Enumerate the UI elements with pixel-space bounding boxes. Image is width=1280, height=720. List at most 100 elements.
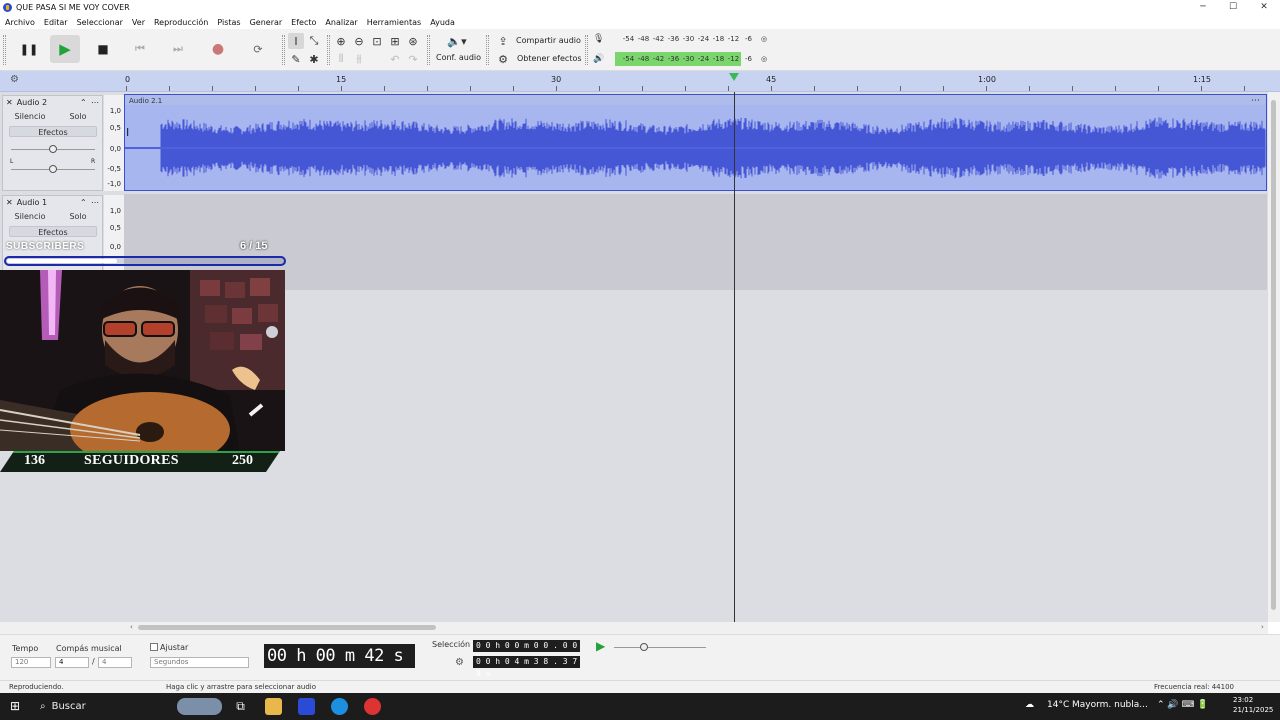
track-menu-icon[interactable]: ⋯ [91,198,99,207]
loop-button[interactable]: ⟳ [243,35,273,63]
audacity-taskbar-icon[interactable] [298,698,315,715]
menu-analizar[interactable]: Analizar [325,18,357,27]
menu-efecto[interactable]: Efecto [291,18,316,27]
selection-end-display[interactable]: 0 0 h 0 4 m 3 8 . 3 7 9 s [473,656,580,678]
weather-icon[interactable]: ☁ [1025,700,1034,710]
draw-tool-icon[interactable]: ✎ [288,51,304,67]
windows-start-icon[interactable]: ⊞ [10,699,20,713]
zoom-toggle-icon[interactable]: ⊛ [405,33,421,49]
menu-reproduccion[interactable]: Reproducción [154,18,208,27]
solo-button[interactable]: Solo [59,211,97,222]
play-speed-slider[interactable] [614,647,706,648]
temperature[interactable]: 14°C [1047,700,1069,710]
time-signature-denominator[interactable]: 4 [98,657,132,668]
share-audio-icon[interactable]: ⇪ [495,33,511,49]
track-2-vertical-scale[interactable]: 1,0 0,5 0,0 -0,5 -1,0 [104,95,124,191]
track-name[interactable]: Audio 1 [17,198,47,207]
meter-settings-icon[interactable]: ◎ [761,35,767,43]
horizontal-scroll-thumb[interactable] [138,625,436,630]
clip-title-bar[interactable] [125,95,1266,105]
record-button[interactable]: ● [203,35,233,63]
skip-end-button[interactable]: ⏭ [163,35,193,63]
redo-icon[interactable]: ↷ [405,51,421,67]
menu-pistas[interactable]: Pistas [217,18,240,27]
menu-seleccionar[interactable]: Seleccionar [77,18,123,27]
clip-name[interactable]: Audio 2.1 [129,97,162,105]
timeline-settings-icon[interactable]: ⚙ [10,74,19,85]
clock-time[interactable]: 23:02 [1233,696,1253,704]
track-menu-icon[interactable]: ⋯ [91,98,99,107]
playhead-marker[interactable] [729,73,739,81]
close-track-icon[interactable]: ✕ [6,98,13,107]
file-explorer-icon[interactable] [265,698,282,715]
menu-editar[interactable]: Editar [44,18,68,27]
trim-icon[interactable]: ⫴ [333,51,349,67]
skip-start-button[interactable]: ⏮ [125,35,155,63]
solo-button[interactable]: Solo [59,111,97,122]
effects-button[interactable]: Efectos [9,226,97,237]
menu-ayuda[interactable]: Ayuda [430,18,455,27]
audio-clip[interactable]: Audio 2.1 ⋯ [124,94,1267,191]
time-signature-numerator[interactable]: 4 [55,657,89,668]
track-1-lane[interactable] [124,194,1267,290]
mute-button[interactable]: Silencio [9,211,51,222]
zoom-out-icon[interactable]: ⊖ [351,33,367,49]
undo-icon[interactable]: ↶ [387,51,403,67]
collapse-icon[interactable]: ⌃ [80,198,87,207]
selection-tool-icon[interactable]: I [288,33,304,49]
waveform[interactable] [125,105,1266,191]
toolbar-grip[interactable] [585,35,588,65]
maximize-button[interactable]: ☐ [1219,0,1247,14]
scroll-left-icon[interactable]: ‹ [130,623,133,631]
snap-unit-select[interactable]: Segundos [150,657,249,668]
selection-settings-icon[interactable]: ⚙ [455,657,464,668]
toolbar-grip[interactable] [327,35,330,65]
menu-archivo[interactable]: Archivo [5,18,35,27]
pause-button[interactable]: ❚❚ [14,35,44,63]
audio-setup-button[interactable]: Conf. audio [436,53,481,62]
obs-icon[interactable] [364,698,381,715]
stop-button[interactable]: ■ [88,35,118,63]
collapse-icon[interactable]: ⌃ [80,98,87,107]
envelope-tool-icon[interactable]: ⤡ [306,33,322,49]
zoom-in-icon[interactable]: ⊕ [333,33,349,49]
play-button[interactable]: ▶ [50,35,80,63]
vertical-scroll-thumb[interactable] [1271,100,1276,610]
fit-selection-icon[interactable]: ⊡ [369,33,385,49]
get-effects-button[interactable]: Obtener efectos [517,54,582,63]
tray-icons[interactable]: ⌃ 🔊 ⌨ 🔋 [1157,700,1209,710]
playback-meter[interactable]: 🔊 -54 -48 -42 -36 -30 -24 -18 -12 -6 ◎ [593,52,773,66]
task-view-icon[interactable]: ⧉ [232,698,249,715]
effects-button[interactable]: Efectos [9,126,97,137]
taskbar-search[interactable]: ⌕ Buscar [32,696,227,717]
snap-checkbox[interactable] [150,643,158,651]
toolbar-grip[interactable] [3,35,6,65]
mute-button[interactable]: Silencio [9,111,51,122]
audio-position-display[interactable]: 00 h 00 m 42 s [264,644,415,668]
speaker-icon[interactable]: 🔈▾ [444,33,470,49]
edge-browser-icon[interactable] [331,698,348,715]
selection-start-display[interactable]: 0 0 h 0 0 m 0 0 . 0 0 0 s [473,640,580,662]
gain-slider-thumb[interactable] [49,145,57,153]
vertical-scrollbar[interactable] [1268,92,1280,622]
weather-text[interactable]: Mayorm. nubla... [1072,700,1148,710]
play-speed-thumb[interactable] [640,643,648,651]
clock-date[interactable]: 21/11/2025 [1233,706,1273,714]
menu-herramientas[interactable]: Herramientas [367,18,422,27]
play-at-speed-icon[interactable]: ▶ [596,639,605,653]
track-name[interactable]: Audio 2 [17,98,47,107]
menu-generar[interactable]: Generar [250,18,283,27]
meter-settings-icon[interactable]: ◎ [761,55,767,63]
share-audio-button[interactable]: Compartir audio [516,36,581,45]
silence-icon[interactable]: ⫵ [351,51,367,67]
tempo-input[interactable]: 120 [11,657,51,668]
close-track-icon[interactable]: ✕ [6,198,13,207]
toolbar-grip[interactable] [427,35,430,65]
menu-ver[interactable]: Ver [132,18,145,27]
track-header-audio-2[interactable]: ✕ Audio 2 ⌃ ⋯ Silencio Solo Efectos L R [2,95,103,191]
scroll-right-icon[interactable]: › [1261,623,1264,631]
record-meter[interactable]: 🎙 -54 -48 -42 -36 -30 -24 -18 -12 -6 ◎ [593,32,773,46]
horizontal-scrollbar[interactable]: ‹ › [0,622,1268,634]
get-effects-icon[interactable]: ⚙ [495,51,511,67]
close-button[interactable]: ✕ [1250,0,1278,14]
